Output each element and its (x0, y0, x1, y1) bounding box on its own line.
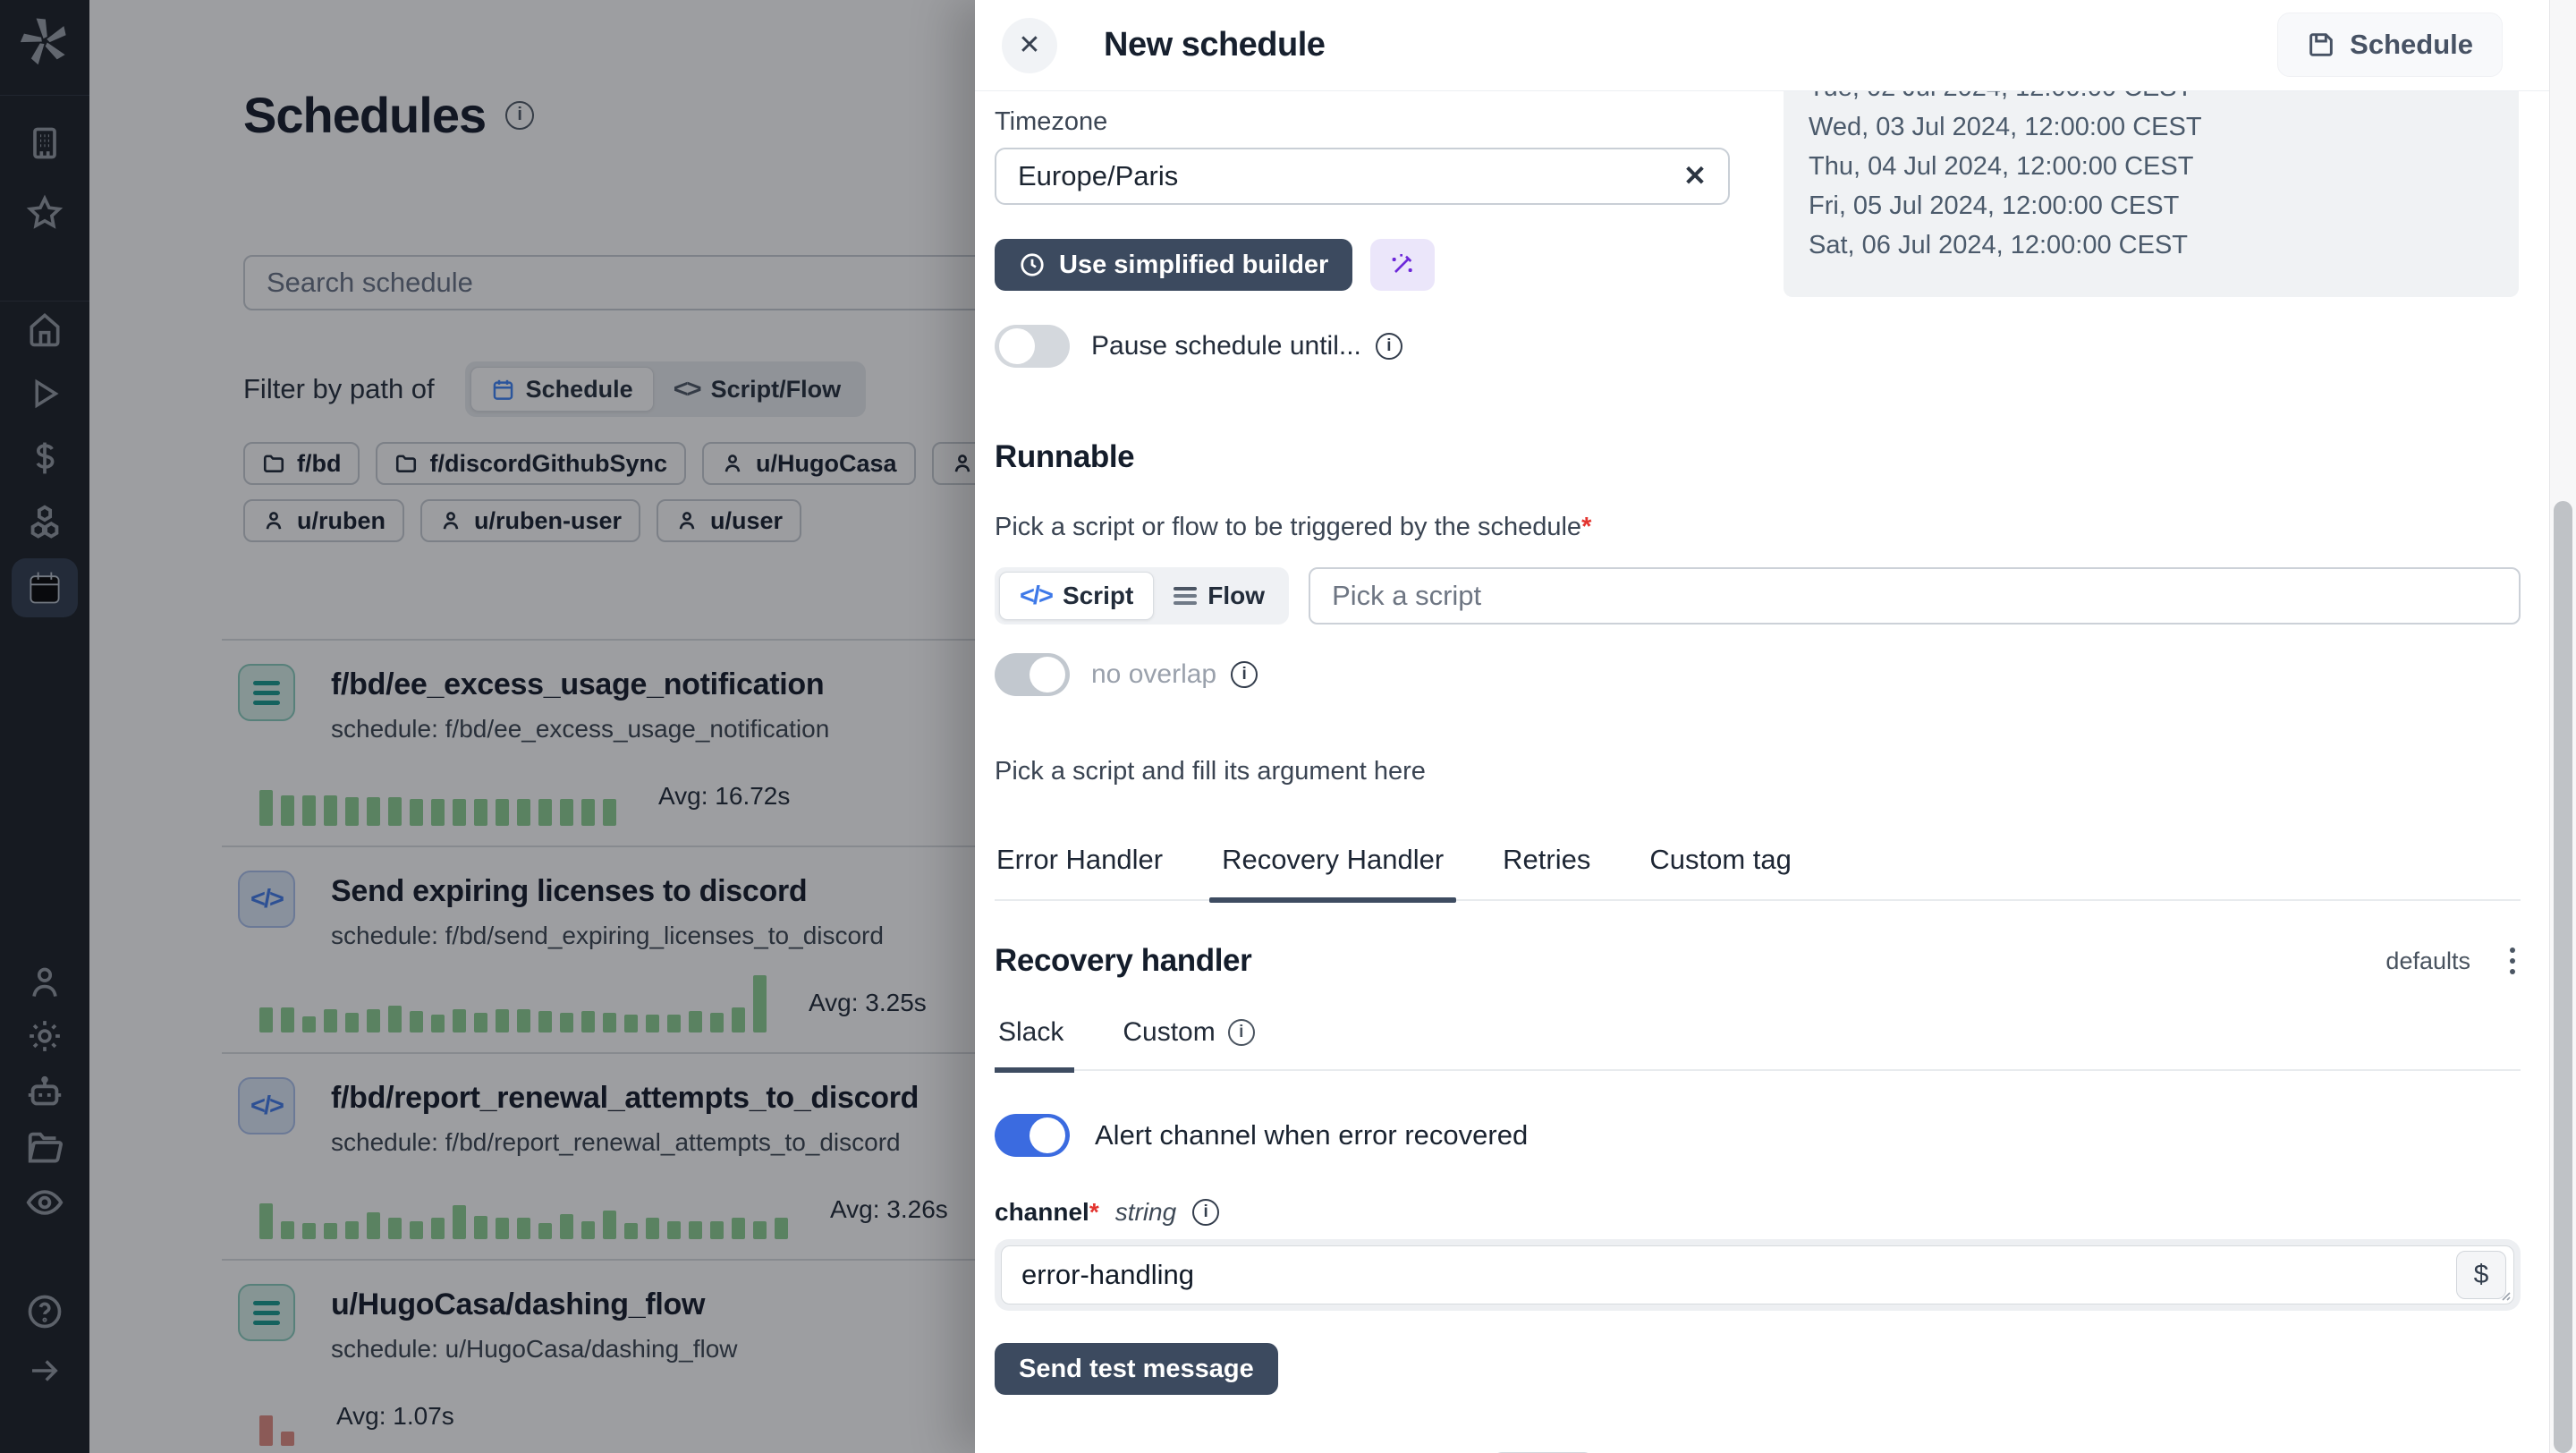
handler-tab[interactable]: Custom tag (1648, 844, 1793, 899)
pick-script-input[interactable] (1309, 567, 2521, 625)
handler-tab-label: Error Handler (996, 844, 1163, 875)
preview-date: Tue, 02 Jul 2024, 12:00:00 CEST (1809, 91, 2494, 107)
recovery-subtab[interactable]: Custom i (1119, 1017, 1258, 1069)
alert-channel-toggle[interactable] (995, 1114, 1070, 1157)
required-asterisk: * (1089, 1198, 1099, 1226)
channel-type-label: string (1115, 1198, 1176, 1227)
defaults-label: defaults (2385, 947, 2470, 975)
pause-schedule-toggle[interactable] (995, 325, 1070, 368)
drawer-scrollbar[interactable] (2549, 0, 2576, 1453)
pause-info-icon[interactable]: i (1376, 333, 1402, 360)
handler-tab-label: Custom tag (1649, 844, 1792, 875)
new-schedule-drawer: ✕ New schedule Schedule Tue, 02 Jul 2024… (975, 0, 2576, 1453)
send-test-message-button[interactable]: Send test message (995, 1343, 1278, 1395)
recovery-subtab[interactable]: Slack (995, 1017, 1067, 1069)
script-flow-option[interactable]: Flow (1154, 572, 1284, 620)
runnable-helper-text: Pick a script and fill its argument here (995, 757, 2521, 786)
close-icon[interactable]: ✕ (1002, 18, 1057, 73)
drawer-title: New schedule (1104, 26, 1325, 64)
handler-tabs: Error Handler Recovery Handler Retries C… (995, 844, 2521, 901)
use-simplified-builder-label: Use simplified builder (1059, 251, 1328, 280)
magic-wand-icon (1388, 251, 1417, 279)
preview-date: Sat, 06 Jul 2024, 12:00:00 CEST (1809, 225, 2494, 265)
schedule-preview-dates: Tue, 02 Jul 2024, 12:00:00 CESTWed, 03 J… (1784, 91, 2519, 297)
alert-channel-label: Alert channel when error recovered (1095, 1119, 1528, 1151)
channel-field-label: channel* (995, 1198, 1099, 1227)
ai-wand-button[interactable] (1370, 239, 1435, 291)
save-schedule-button[interactable]: Schedule (2277, 13, 2503, 77)
handler-tab[interactable]: Error Handler (995, 844, 1165, 899)
clock-icon (1019, 251, 1046, 278)
save-icon (2307, 30, 2335, 59)
handler-tab-label: Retries (1503, 844, 1590, 875)
code-icon: </> (1020, 582, 1052, 611)
channel-field-wrap: $ (995, 1239, 2521, 1311)
script-flow-option[interactable]: </> Script (999, 572, 1154, 620)
recovery-subtabs: Slack Custom i (995, 1017, 2521, 1071)
no-overlap-info-icon[interactable]: i (1231, 661, 1258, 688)
runnable-pick-text: Pick a script or flow to be triggered by… (995, 513, 2521, 542)
flow-lines-icon (1174, 583, 1197, 608)
scrollbar-thumb[interactable] (2554, 501, 2572, 1453)
no-overlap-label: no overlap (1091, 659, 1216, 690)
use-simplified-builder-button[interactable]: Use simplified builder (995, 239, 1352, 291)
required-asterisk: * (1581, 513, 1591, 541)
recovery-subtab-label: Slack (998, 1017, 1063, 1048)
custom-info-icon[interactable]: i (1228, 1019, 1255, 1046)
preview-date: Fri, 05 Jul 2024, 12:00:00 CEST (1809, 186, 2494, 225)
send-test-message-label: Send test message (1019, 1355, 1254, 1384)
timezone-field[interactable]: ✕ (995, 148, 1730, 205)
kebab-menu-icon[interactable] (2504, 942, 2521, 980)
channel-input[interactable] (1002, 1259, 2513, 1291)
resize-grip-icon[interactable] (2497, 1287, 2512, 1302)
handler-tab-label: Recovery Handler (1222, 844, 1444, 875)
script-flow-label: Script (1063, 582, 1133, 610)
recovery-handler-heading: Recovery handler (995, 943, 1251, 979)
app-screen: Schedules i Filter by path of Schedule (0, 0, 2576, 1453)
script-flow-toggle: </> Script Flow (995, 567, 1289, 625)
drawer-content: Tue, 02 Jul 2024, 12:00:00 CESTWed, 03 J… (995, 91, 2521, 1453)
script-flow-label: Flow (1208, 582, 1265, 610)
handler-tab[interactable]: Recovery Handler (1220, 844, 1445, 899)
preview-date: Thu, 04 Jul 2024, 12:00:00 CEST (1809, 147, 2494, 186)
save-schedule-label: Schedule (2350, 29, 2473, 61)
drawer-header: ✕ New schedule Schedule (975, 0, 2576, 91)
clear-timezone-icon[interactable]: ✕ (1683, 160, 1707, 192)
runnable-pick-label: Pick a script or flow to be triggered by… (995, 513, 1581, 541)
preview-date: Wed, 03 Jul 2024, 12:00:00 CEST (1809, 107, 2494, 147)
no-overlap-toggle[interactable] (995, 653, 1070, 696)
recovery-subtab-label: Custom (1123, 1017, 1215, 1048)
timezone-label: Timezone (995, 107, 1730, 137)
pause-schedule-label: Pause schedule until... (1091, 331, 1361, 361)
channel-info-icon[interactable]: i (1192, 1199, 1219, 1226)
handler-tab[interactable]: Retries (1501, 844, 1592, 899)
runnable-heading: Runnable (995, 439, 2521, 475)
timezone-input[interactable] (1018, 160, 1683, 192)
